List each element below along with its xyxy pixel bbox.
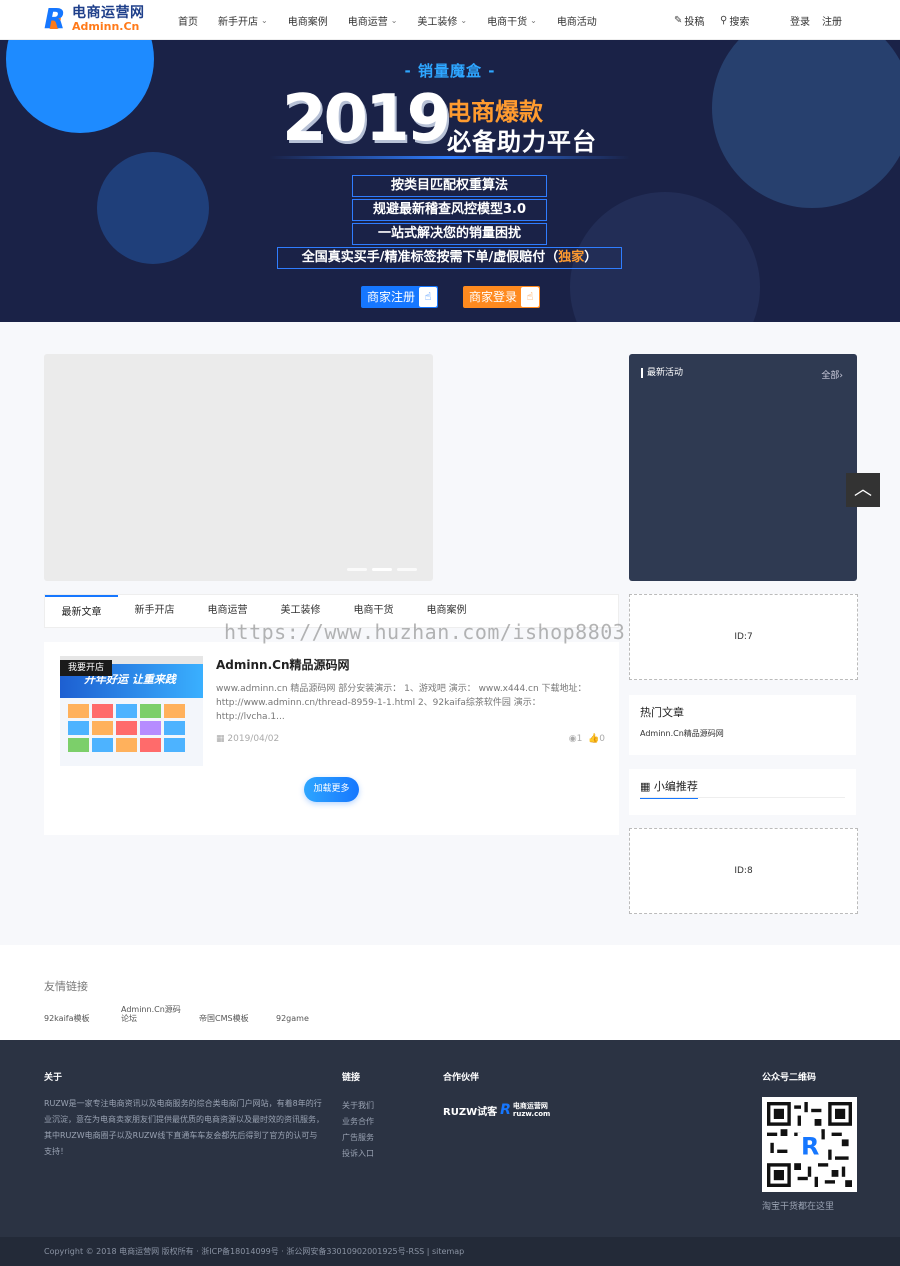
banner-subtitle: - 销量魔盒 - xyxy=(404,62,496,80)
banner-feature-4: 全国真实买手/精准标签按需下单/虚假赔付（独家） xyxy=(277,247,622,269)
nav-item-cases[interactable]: 电商案例 xyxy=(288,13,328,28)
category-badge[interactable]: 我要开店 xyxy=(60,660,113,676)
footer-link-business[interactable]: 业务合作 xyxy=(342,1116,374,1127)
nav-item-tips[interactable]: 电商干货 ⌄ xyxy=(487,13,537,28)
article-list: 开年好运 让重来践 我要开店 Adminn.Cn精品源码网 www.adminn… xyxy=(44,642,619,835)
chevron-down-icon: ⌄ xyxy=(530,15,537,25)
calendar-icon: ▦ xyxy=(640,780,651,793)
search-link[interactable]: ⚲ 搜索 xyxy=(720,0,749,40)
footer-links-title: 链接 xyxy=(342,1073,361,1083)
chevron-down-icon: ⌄ xyxy=(261,15,268,25)
footer-partners-title: 合作伙伴 xyxy=(443,1073,480,1083)
load-more-button[interactable]: 加载更多 xyxy=(304,777,359,802)
carousel-dot[interactable] xyxy=(372,568,392,571)
article-excerpt: www.adminn.cn 精品源码网 部分安装演示： 1、游戏吧 演示： ww… xyxy=(216,684,587,722)
submit-link[interactable]: ✎ 投稿 xyxy=(674,0,704,40)
activity-title: 最新活动 xyxy=(641,368,683,378)
chevron-right-icon: › xyxy=(839,371,843,381)
register-link[interactable]: 注册 xyxy=(822,0,842,40)
hot-articles-panel: 热门文章 Adminn.Cn精品源码网 xyxy=(629,695,856,755)
image-carousel[interactable] xyxy=(44,354,433,581)
search-icon: ⚲ xyxy=(720,14,728,26)
logo-mark-icon: R xyxy=(500,1102,511,1118)
hand-pointer-icon: ☝ xyxy=(521,287,539,307)
nav-item-operations[interactable]: 电商运营 ⌄ xyxy=(348,13,398,28)
copyright-bar: Copyright © 2018 电商运营网 版权所有 · 浙ICP备18014… xyxy=(0,1237,900,1266)
ad-slot-7[interactable]: ID:7 xyxy=(629,594,858,680)
eye-icon: ◉ xyxy=(568,734,577,744)
friend-link[interactable]: 帝国CMS模板 xyxy=(199,1014,249,1023)
article-title[interactable]: Adminn.Cn精品源码网 xyxy=(216,656,350,673)
view-count: 1 xyxy=(576,734,583,744)
banner-feature-2: 规避最新稽查风控模型3.0 xyxy=(352,199,547,221)
qr-caption: 淘宝干货都在这里 xyxy=(762,1202,835,1212)
friend-links-title: 友情链接 xyxy=(44,980,88,993)
nav-item-events[interactable]: 电商活动 xyxy=(557,13,597,28)
logo-title: 电商运营网 xyxy=(72,5,145,21)
calendar-icon: ▦ xyxy=(216,734,225,744)
chevron-up-icon: ︿ xyxy=(854,479,872,500)
friend-link[interactable]: 92kaifa模板 xyxy=(44,1014,90,1023)
partner-logo[interactable]: RUZW试客 R 电商运营网 ruzw.com xyxy=(443,1102,553,1118)
logo-subtitle: Adminn.Cn xyxy=(72,20,140,33)
site-header: R 电商运营网 Adminn.Cn 首页 新手开店 ⌄ 电商案例 电商运营 ⌄ 美工… xyxy=(0,0,900,40)
hot-articles-title: 热门文章 xyxy=(640,706,684,719)
tab-new-shop[interactable]: 新手开店 xyxy=(118,595,191,629)
banner-feature-3: 一站式解决您的销量困扰 xyxy=(352,223,547,245)
footer-link-about[interactable]: 关于我们 xyxy=(342,1100,374,1111)
merchant-register-button[interactable]: 商家注册 ☝ xyxy=(361,286,438,308)
footer-link-ads[interactable]: 广告服务 xyxy=(342,1132,374,1143)
footer-link-complaint[interactable]: 投诉入口 xyxy=(342,1148,374,1159)
qr-code-icon: R xyxy=(767,1102,852,1187)
editor-picks-panel: ▦ 小编推荐 xyxy=(629,769,856,815)
banner-tagline: 必备助力平台 xyxy=(447,128,597,156)
tab-latest[interactable]: 最新文章 xyxy=(45,595,118,629)
friend-link[interactable]: Adminn.Cn源码论坛 xyxy=(121,1005,187,1023)
article-date: ▦ 2019/04/02 xyxy=(216,734,280,744)
hand-pointer-icon: ☝ xyxy=(419,287,437,307)
carousel-dot[interactable] xyxy=(397,568,417,571)
friend-links: 友情链接 92kaifa模板 Adminn.Cn源码论坛 帝国CMS模板 92g… xyxy=(0,945,900,1040)
login-link[interactable]: 登录 xyxy=(790,0,810,40)
site-logo[interactable]: R 电商运营网 Adminn.Cn xyxy=(44,5,145,33)
article-stats: ◉1 👍0 xyxy=(569,734,605,744)
back-to-top-button[interactable]: ︿ xyxy=(846,473,880,507)
nav-item-home[interactable]: 首页 xyxy=(178,13,198,28)
chevron-down-icon: ⌄ xyxy=(460,15,468,25)
chevron-down-icon: ⌄ xyxy=(390,15,398,25)
thumbs-up-icon: 👍 xyxy=(588,734,600,744)
activity-all-link[interactable]: 全部› xyxy=(821,368,843,381)
logo-mark-icon: R xyxy=(44,2,66,35)
hot-article-item[interactable]: Adminn.Cn精品源码网 xyxy=(640,728,724,739)
banner-feature-1: 按类目匹配权重算法 xyxy=(352,175,547,197)
carousel-dot[interactable] xyxy=(347,568,367,571)
friend-link[interactable]: 92game xyxy=(276,1014,309,1023)
main-nav: 首页 新手开店 ⌄ 电商案例 电商运营 ⌄ 美工装修 ⌄ 电商干货 ⌄ 电商活动 xyxy=(178,0,617,40)
ad-slot-8[interactable]: ID:8 xyxy=(629,828,858,914)
footer-about-text: RUZW是一家专注电商资讯以及电商服务的综合类电商门户网站，有着8年的行业沉淀，… xyxy=(44,1099,324,1156)
merchant-login-button[interactable]: 商家登录 ☝ xyxy=(463,286,540,308)
editor-picks-title: ▦ 小编推荐 xyxy=(640,778,698,799)
like-count: 0 xyxy=(599,734,605,744)
nav-item-design[interactable]: 美工装修 ⌄ xyxy=(417,13,467,28)
watermark-text: https://www.huzhan.com/ishop8803 xyxy=(224,620,626,644)
edit-icon: ✎ xyxy=(674,14,683,26)
latest-activity-panel: 最新活动 全部› xyxy=(629,354,857,581)
footer-qr-title: 公众号二维码 xyxy=(762,1073,817,1083)
svg-text:R: R xyxy=(801,1133,819,1161)
banner-year: 2019 xyxy=(282,82,451,156)
qr-code: R xyxy=(762,1097,857,1192)
hero-banner[interactable]: - 销量魔盒 - 2019 电商爆款 必备助力平台 按类目匹配权重算法 规避最新… xyxy=(0,40,900,322)
site-footer: 关于 RUZW是一家专注电商资讯以及电商服务的综合类电商门户网站，有着8年的行业… xyxy=(0,1040,900,1237)
carousel-dots xyxy=(347,568,417,571)
nav-item-new-shop[interactable]: 新手开店 ⌄ xyxy=(218,13,268,28)
footer-about-title: 关于 xyxy=(44,1073,63,1083)
